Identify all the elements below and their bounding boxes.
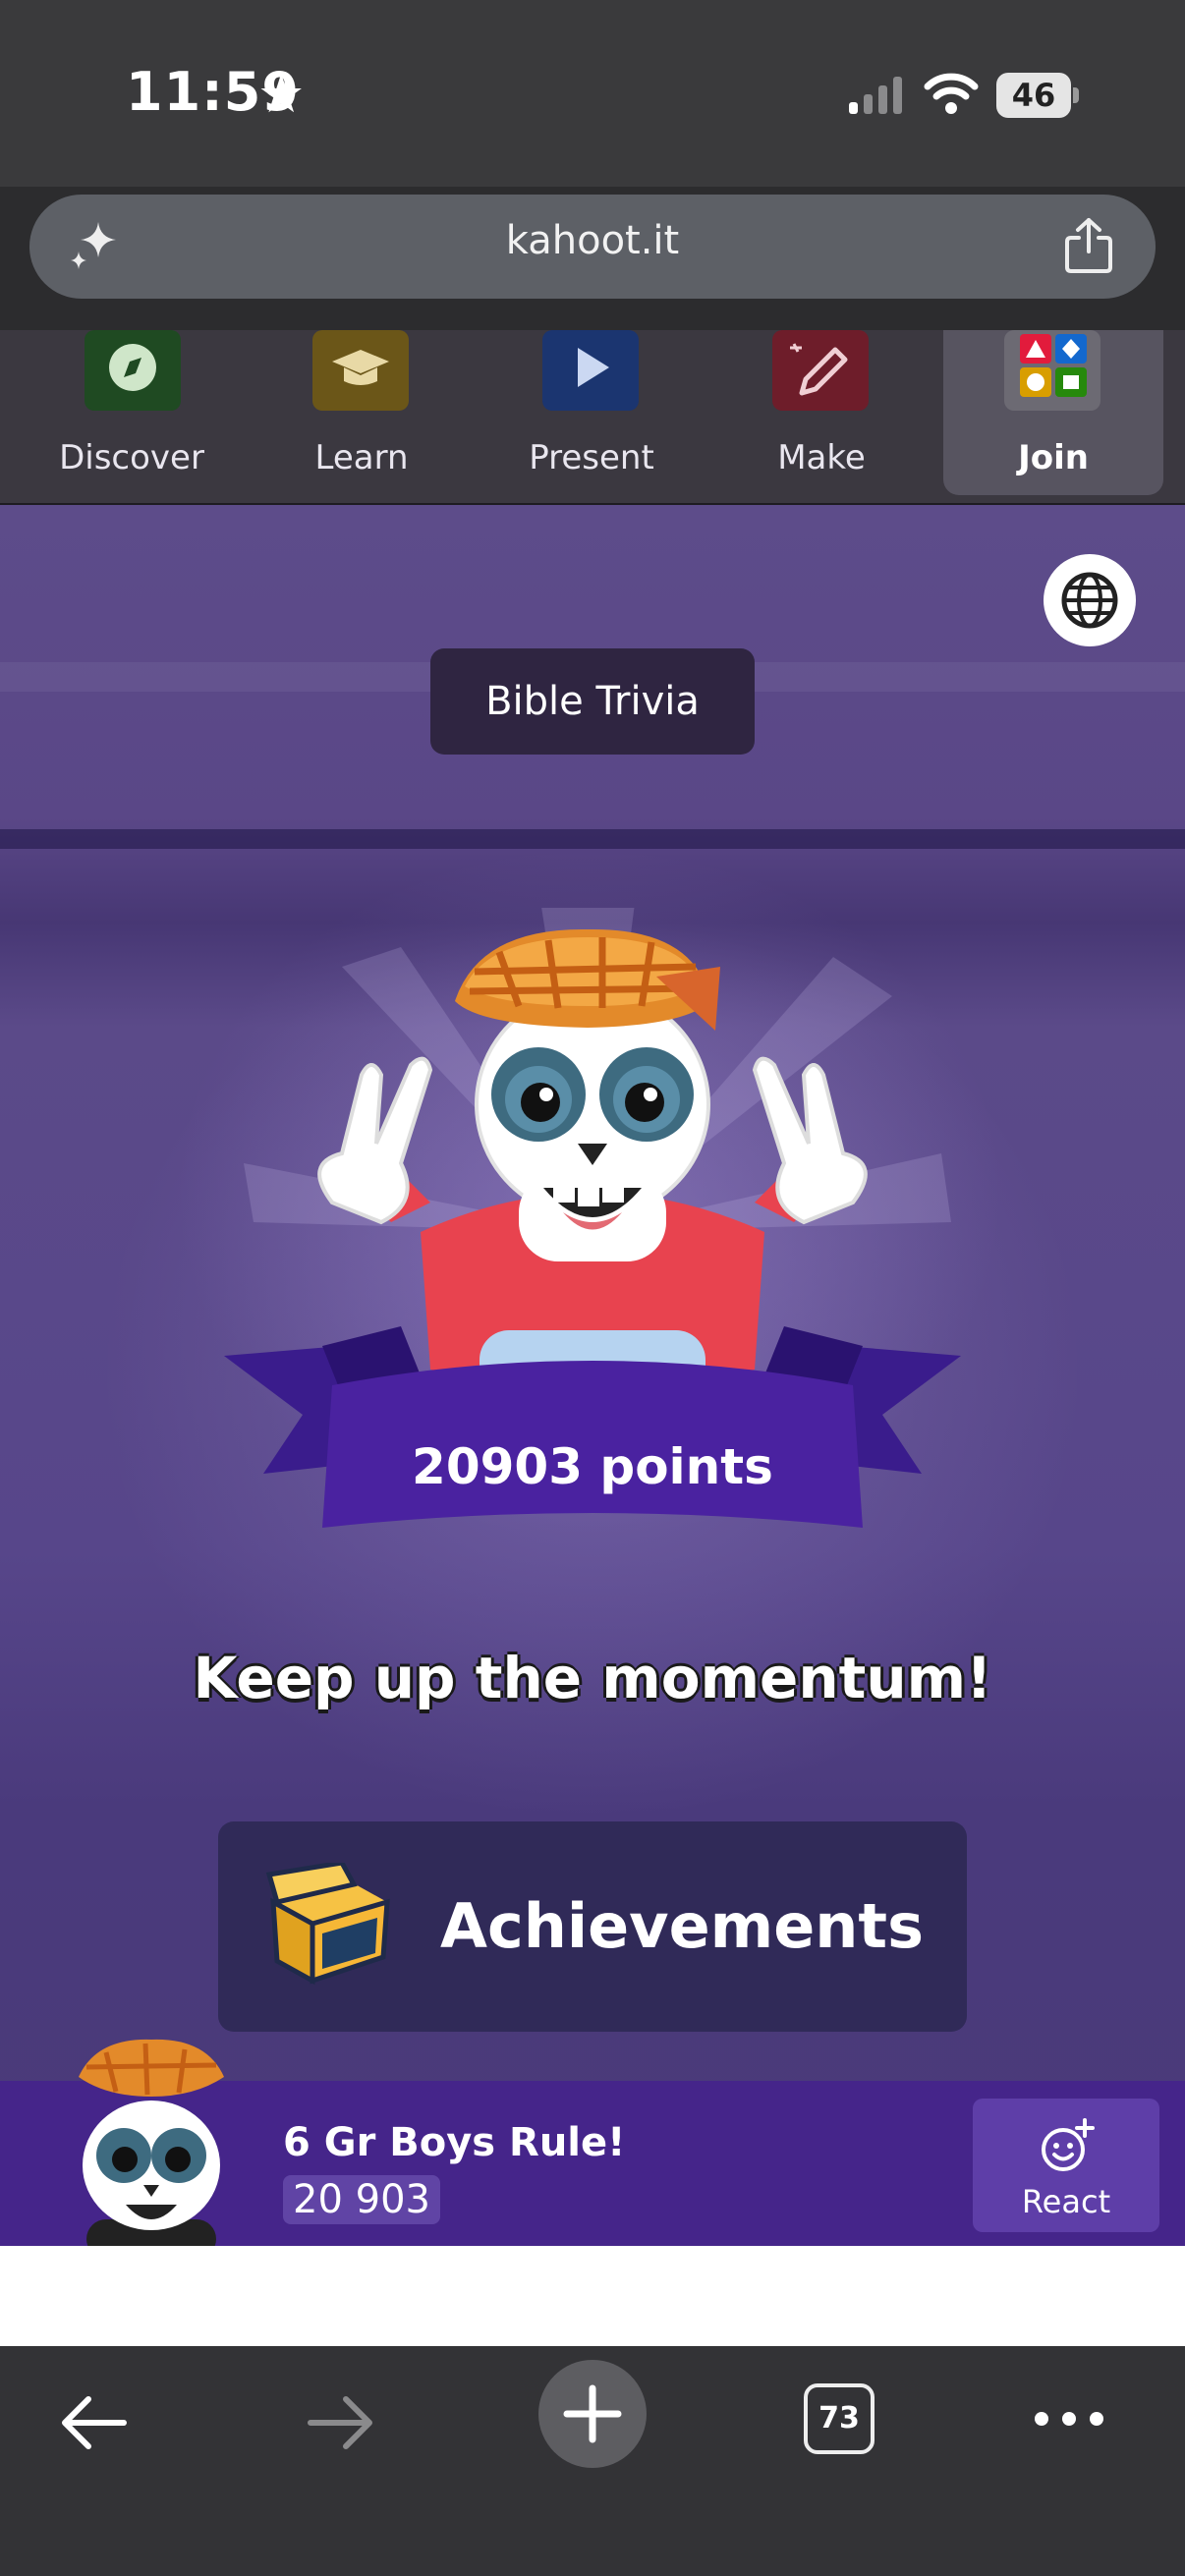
- battery-icon: 46: [996, 73, 1079, 118]
- player-avatar: [79, 2039, 224, 2246]
- game-result-screen: Bible Trivia 20903 points Keep up the mo…: [0, 505, 1185, 2246]
- treasure-chest-icon: [265, 1863, 390, 1986]
- quiz-title: Bible Trivia: [430, 648, 755, 755]
- player-bar: 6 Gr Boys Rule! 20 903 React: [0, 2039, 1185, 2246]
- back-arrow-icon[interactable]: [59, 2393, 128, 2452]
- tab-count-button[interactable]: 73: [804, 2383, 875, 2454]
- status-bar: 11:59 ★ 46: [0, 0, 1185, 187]
- battery-level: 46: [996, 73, 1071, 118]
- compass-icon: [85, 330, 181, 411]
- forward-arrow-icon[interactable]: [307, 2393, 375, 2452]
- react-label: React: [1021, 2183, 1111, 2220]
- page-bottom-strip: [0, 2246, 1185, 2346]
- player-score: 20 903: [283, 2175, 440, 2224]
- achievements-label: Achievements: [440, 1890, 924, 1962]
- shapes-grid-icon: [1004, 330, 1100, 411]
- tab-label: Join: [1018, 438, 1089, 477]
- share-icon[interactable]: [1063, 216, 1114, 275]
- play-icon: [542, 330, 639, 411]
- wifi-icon: [924, 73, 979, 114]
- browser-toolbar: 73: [0, 2346, 1185, 2576]
- achievements-button[interactable]: Achievements: [218, 1821, 967, 2032]
- kahoot-nav-tabs: Discover Learn Present Make Join: [0, 330, 1185, 505]
- globe-icon: [1061, 572, 1118, 629]
- pencil-icon: [772, 330, 869, 411]
- tab-present[interactable]: Present: [481, 330, 702, 495]
- plus-icon: [563, 2384, 622, 2443]
- tab-label: Learn: [314, 438, 409, 477]
- new-tab-button[interactable]: [538, 2360, 647, 2468]
- tab-label: Present: [529, 438, 654, 477]
- background-band: [0, 829, 1185, 849]
- react-button[interactable]: React: [973, 2099, 1159, 2232]
- url-text[interactable]: kahoot.it: [29, 218, 1156, 263]
- player-name: 6 Gr Boys Rule!: [283, 2120, 626, 2165]
- star-icon: ★: [257, 63, 306, 125]
- tab-label: Make: [777, 438, 866, 477]
- more-options-icon[interactable]: [1034, 2409, 1104, 2429]
- feedback-message: Keep up the momentum!: [193, 1645, 992, 1711]
- address-bar[interactable]: kahoot.it: [29, 195, 1156, 299]
- tab-make[interactable]: Make: [711, 330, 931, 495]
- tab-discover[interactable]: Discover: [22, 330, 242, 495]
- add-reaction-icon: [1042, 2118, 1095, 2171]
- cellular-signal-icon: [849, 77, 902, 114]
- points-total: 20903 points: [412, 1438, 773, 1495]
- tab-label: Discover: [59, 438, 204, 477]
- tab-join[interactable]: Join: [943, 330, 1163, 495]
- tab-learn[interactable]: Learn: [252, 330, 472, 495]
- graduation-cap-icon: [312, 330, 409, 411]
- language-button[interactable]: [1044, 554, 1136, 646]
